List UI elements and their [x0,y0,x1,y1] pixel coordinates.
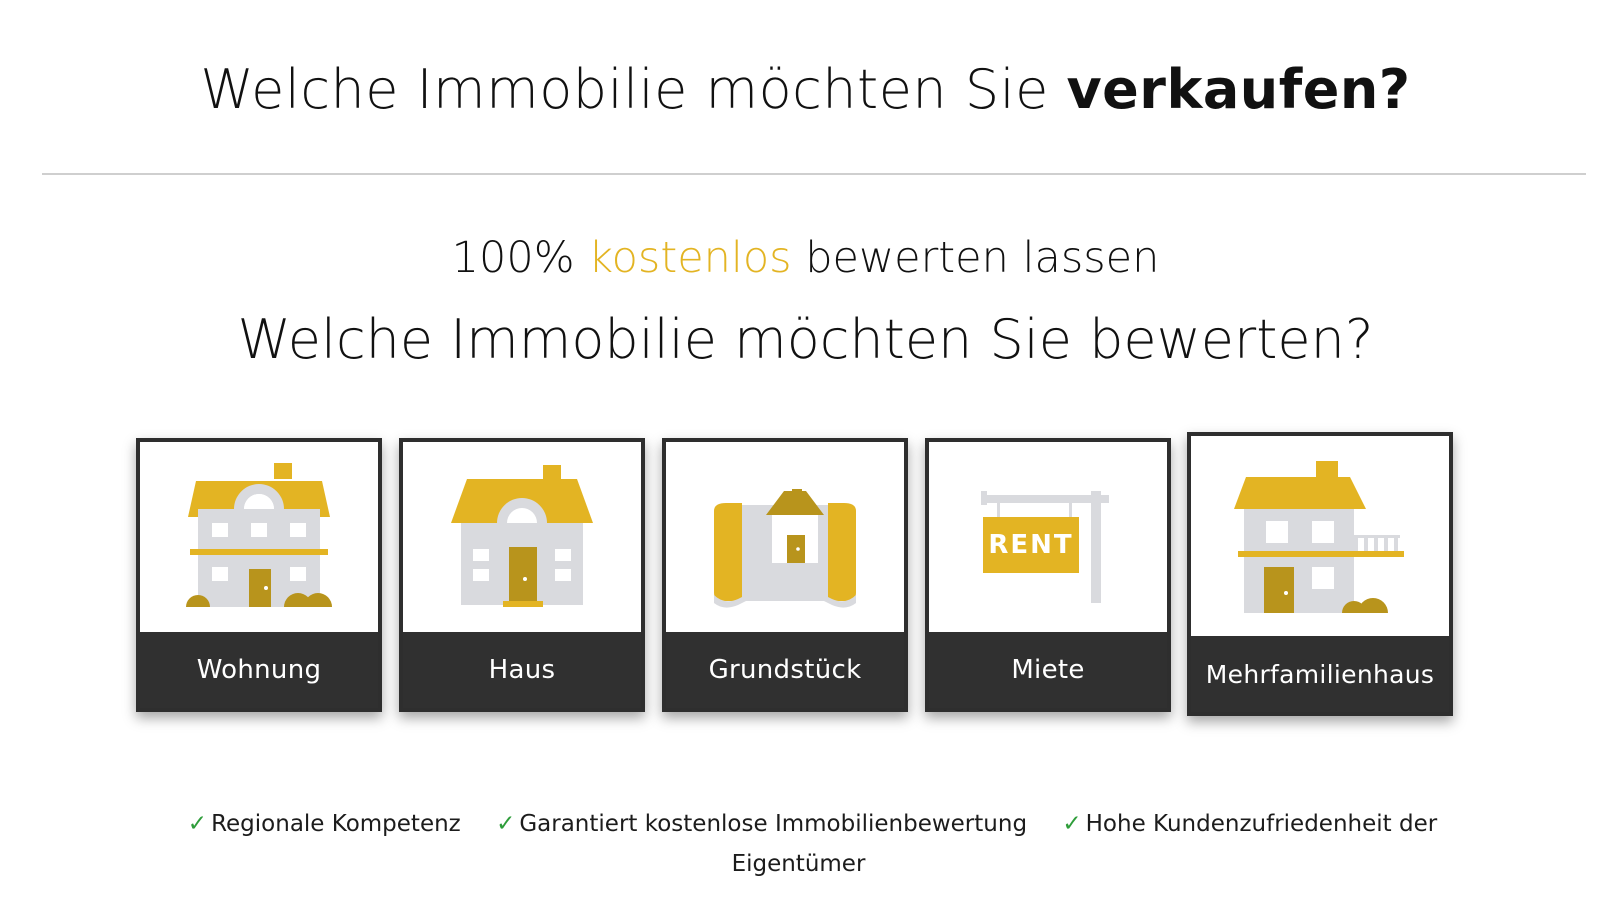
option-label-mehrfamilienhaus: Mehrfamilienhaus [1191,636,1449,712]
multi-family-house-icon [1234,461,1404,613]
option-label-miete: Miete [929,632,1167,708]
feature-item: ✓ Regionale Kompetenz [188,811,461,837]
feature-item: ✓ Garantiert kostenlose Immobilienbewertu… [496,811,1027,837]
check-icon: ✓ [1062,811,1082,837]
option-card-wohnung[interactable]: Wohnung [136,438,382,712]
card-art [403,442,641,632]
card-art: RENT [929,442,1167,632]
card-art [140,442,378,632]
page-title-regular: Welche Immobilie möchten Sie [200,58,1067,121]
page-title-bold: verkaufen? [1066,58,1411,121]
option-label-grundstueck: Grundstück [666,632,904,708]
option-card-haus[interactable]: Haus [399,438,645,712]
subheading-suffix: bewerten lassen [791,233,1160,283]
subheading-accent: kostenlos [588,233,792,283]
check-icon: ✓ [496,811,516,837]
valuation-page: Welche Immobilie möchten Sie verkaufen? … [0,0,1611,920]
free-valuation-subheading: 100% kostenlos bewerten lassen [0,233,1611,283]
option-card-miete[interactable]: RENT Miete [925,438,1171,712]
svg-text:RENT: RENT [988,530,1073,560]
feature-list: ✓ Regionale Kompetenz ✓ Garantiert kostenl… [120,804,1491,884]
feature-text: Garantiert kostenlose Immobilienbewertun… [519,811,1028,837]
option-label-wohnung: Wohnung [140,632,378,708]
check-icon: ✓ [187,811,208,837]
option-card-grundstueck[interactable]: Grundstück [662,438,908,712]
subheading-prefix: 100% [451,233,589,283]
apartment-building-icon [186,463,332,607]
card-art [1191,436,1449,636]
house-icon [451,465,593,607]
option-label-haus: Haus [403,632,641,708]
option-card-mehrfamilienhaus[interactable]: Mehrfamilienhaus [1187,432,1453,716]
feature-text: Regionale Kompetenz [211,811,461,837]
divider [42,173,1586,175]
property-type-question: Welche Immobilie möchten Sie bewerten? [237,308,1374,371]
card-art [666,442,904,632]
plot-of-land-icon [714,489,856,608]
rent-sign-icon: RENT [981,491,1109,603]
page-title: Welche Immobilie möchten Sie verkaufen? [0,58,1611,121]
